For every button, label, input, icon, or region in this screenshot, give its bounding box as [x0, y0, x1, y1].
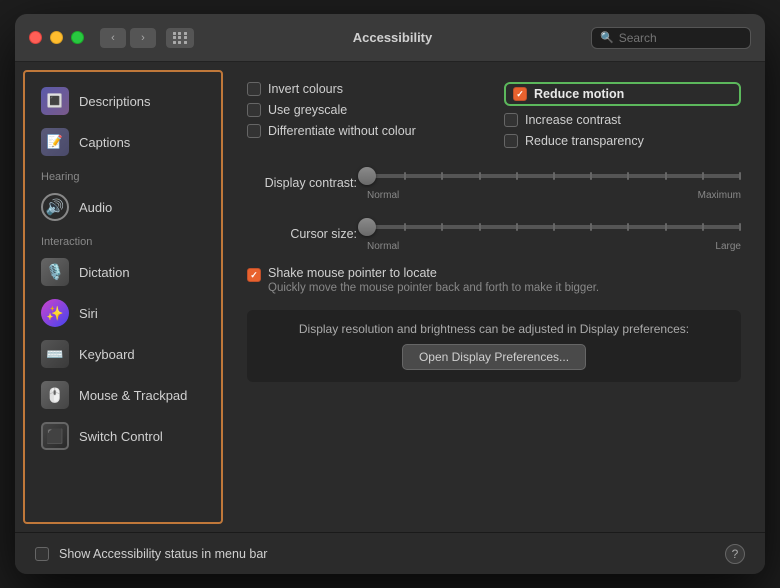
- footer: Show Accessibility status in menu bar ?: [15, 532, 765, 574]
- shake-text-block: Shake mouse pointer to locate Quickly mo…: [268, 266, 741, 294]
- keyboard-icon: ⌨️: [41, 340, 69, 368]
- sidebar-label-switch: Switch Control: [79, 429, 163, 444]
- display-contrast-track: [367, 174, 741, 178]
- open-display-button[interactable]: Open Display Preferences...: [402, 344, 586, 370]
- greyscale-checkbox[interactable]: [247, 103, 261, 117]
- switch-icon: ⬛: [41, 422, 69, 450]
- cursor-size-label: Cursor size:: [247, 227, 357, 241]
- display-contrast-slider-container: [367, 164, 741, 188]
- forward-button[interactable]: ›: [130, 28, 156, 48]
- invert-label: Invert colours: [268, 82, 343, 96]
- maximize-button[interactable]: [71, 31, 84, 44]
- sidebar-item-captions[interactable]: 📝 Captions: [29, 122, 217, 162]
- cursor-size-labels: Normal Large: [367, 241, 741, 252]
- sidebar-label-keyboard: Keyboard: [79, 347, 135, 362]
- cursor-size-large: Large: [715, 241, 741, 252]
- options-left-col: Invert colours Use greyscale Differentia…: [247, 82, 484, 148]
- reduce-motion-label: Reduce motion: [534, 87, 624, 101]
- descriptions-icon: 🔳: [41, 87, 69, 115]
- display-contrast-label: Display contrast:: [247, 176, 357, 190]
- sidebar-label-siri: Siri: [79, 306, 98, 321]
- sidebar-label-mouse: Mouse & Trackpad: [79, 388, 187, 403]
- sidebar-label-dictation: Dictation: [79, 265, 130, 280]
- cursor-size-normal: Normal: [367, 241, 399, 252]
- captions-icon: 📝: [41, 128, 69, 156]
- sidebar-item-descriptions[interactable]: 🔳 Descriptions: [29, 81, 217, 121]
- sidebar-item-mouse[interactable]: 🖱️ Mouse & Trackpad: [29, 375, 217, 415]
- options-right-col: Reduce motion Increase contrast Reduce t…: [504, 82, 741, 148]
- display-contrast-labels: Normal Maximum: [367, 190, 741, 201]
- sidebar-item-dictation[interactable]: 🎙️ Dictation: [29, 252, 217, 292]
- sidebar: 🔳 Descriptions 📝 Captions Hearing 🔊 Audi…: [23, 70, 223, 524]
- help-icon: ?: [732, 547, 739, 561]
- dictation-icon: 🎙️: [41, 258, 69, 286]
- reduce-transparency-row: Reduce transparency: [504, 134, 741, 148]
- cursor-size-slider-container: [367, 215, 741, 239]
- cursor-size-row: Cursor size:: [247, 215, 741, 252]
- display-contrast-normal: Normal: [367, 190, 399, 201]
- display-pref-text: Display resolution and brightness can be…: [263, 322, 725, 336]
- nav-buttons: ‹ ›: [100, 28, 156, 48]
- reduce-transparency-checkbox[interactable]: [504, 134, 518, 148]
- grid-view-button[interactable]: [166, 28, 194, 48]
- display-contrast-row: Display contrast:: [247, 164, 741, 201]
- display-contrast-max: Maximum: [698, 190, 741, 201]
- cursor-size-thumb[interactable]: [358, 218, 376, 236]
- greyscale-row: Use greyscale: [247, 103, 484, 117]
- display-contrast-thumb[interactable]: [358, 167, 376, 185]
- reduce-motion-row: Reduce motion: [504, 82, 741, 106]
- main-content: Invert colours Use greyscale Differentia…: [223, 62, 765, 532]
- sidebar-label-audio: Audio: [79, 200, 112, 215]
- titlebar: ‹ › Accessibility 🔍: [15, 14, 765, 62]
- sidebar-label-captions: Captions: [79, 135, 130, 150]
- accessibility-window: ‹ › Accessibility 🔍 🔳 Descriptions: [15, 14, 765, 574]
- reduce-transparency-label: Reduce transparency: [525, 134, 644, 148]
- sidebar-item-siri[interactable]: ✨ Siri: [29, 293, 217, 333]
- cursor-size-slider-wrap: Normal Large: [367, 215, 741, 252]
- search-input[interactable]: [619, 31, 749, 45]
- help-button[interactable]: ?: [725, 544, 745, 564]
- increase-contrast-row: Increase contrast: [504, 113, 741, 127]
- footer-checkbox[interactable]: [35, 547, 49, 561]
- window-title: Accessibility: [202, 30, 583, 45]
- grid-icon: [173, 32, 188, 44]
- section-hearing: Hearing: [25, 163, 221, 186]
- shake-checkbox[interactable]: [247, 268, 261, 282]
- mouse-icon: 🖱️: [41, 381, 69, 409]
- shake-title: Shake mouse pointer to locate: [268, 266, 741, 280]
- invert-row: Invert colours: [247, 82, 484, 96]
- differentiate-row: Differentiate without colour: [247, 124, 484, 138]
- cursor-tick-marks: [367, 223, 741, 231]
- shake-desc: Quickly move the mouse pointer back and …: [268, 282, 741, 294]
- audio-icon: 🔊: [41, 193, 69, 221]
- sidebar-item-keyboard[interactable]: ⌨️ Keyboard: [29, 334, 217, 374]
- contrast-tick-marks: [367, 172, 741, 180]
- increase-contrast-checkbox[interactable]: [504, 113, 518, 127]
- display-pref-section: Display resolution and brightness can be…: [247, 310, 741, 382]
- options-grid: Invert colours Use greyscale Differentia…: [247, 82, 741, 148]
- minimize-button[interactable]: [50, 31, 63, 44]
- display-contrast-slider-wrap: Normal Maximum: [367, 164, 741, 201]
- shake-row: Shake mouse pointer to locate Quickly mo…: [247, 266, 741, 294]
- greyscale-label: Use greyscale: [268, 103, 347, 117]
- section-interaction: Interaction: [25, 228, 221, 251]
- content-area: 🔳 Descriptions 📝 Captions Hearing 🔊 Audi…: [15, 62, 765, 532]
- invert-checkbox[interactable]: [247, 82, 261, 96]
- back-button[interactable]: ‹: [100, 28, 126, 48]
- differentiate-checkbox[interactable]: [247, 124, 261, 138]
- sidebar-item-switch[interactable]: ⬛ Switch Control: [29, 416, 217, 456]
- search-icon: 🔍: [600, 31, 614, 44]
- search-bar[interactable]: 🔍: [591, 27, 751, 49]
- sidebar-label-descriptions: Descriptions: [79, 94, 151, 109]
- reduce-motion-checkbox[interactable]: [513, 87, 527, 101]
- siri-icon: ✨: [41, 299, 69, 327]
- close-button[interactable]: [29, 31, 42, 44]
- increase-contrast-label: Increase contrast: [525, 113, 621, 127]
- sidebar-item-audio[interactable]: 🔊 Audio: [29, 187, 217, 227]
- differentiate-label: Differentiate without colour: [268, 124, 416, 138]
- cursor-size-track: [367, 225, 741, 229]
- footer-label: Show Accessibility status in menu bar: [59, 547, 715, 561]
